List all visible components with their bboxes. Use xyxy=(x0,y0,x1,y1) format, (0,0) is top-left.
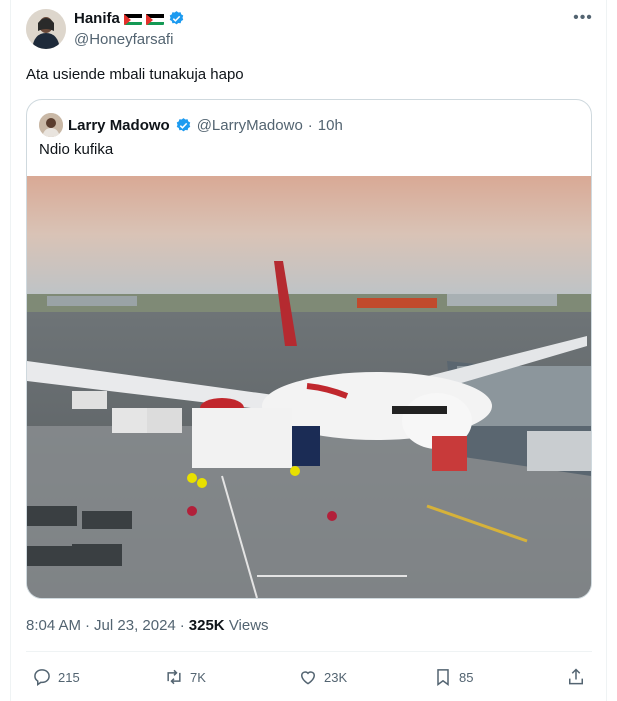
views-label: Views xyxy=(228,617,269,634)
retweet-button[interactable]: 7K xyxy=(164,662,206,692)
like-count: 23K xyxy=(324,669,348,685)
author-name[interactable]: Hanifa xyxy=(74,10,120,27)
bookmark-button[interactable]: 85 xyxy=(433,662,473,692)
share-icon xyxy=(569,668,583,685)
retweet-count: 7K xyxy=(190,669,206,685)
reply-button[interactable]: 215 xyxy=(32,662,80,692)
views-count: 325K xyxy=(188,617,225,634)
divider xyxy=(26,651,592,652)
palestine-flag-icon xyxy=(123,13,142,25)
retweet-icon xyxy=(167,669,181,685)
heart-icon xyxy=(300,671,316,685)
tweet-time[interactable]: 8:04 AM xyxy=(26,617,81,634)
airport-photo[interactable] xyxy=(27,176,591,598)
quote-time[interactable]: 10h xyxy=(318,117,343,134)
verified-badge-icon xyxy=(169,11,184,25)
quote-author-name[interactable]: Larry Madowo xyxy=(68,117,170,134)
reply-icon xyxy=(34,669,50,686)
share-button[interactable] xyxy=(566,662,586,692)
quote-header: Larry Madowo @LarryMadowo · 10h xyxy=(39,113,343,137)
separator-dot: · xyxy=(179,617,185,634)
tweet-date[interactable]: Jul 23, 2024 xyxy=(94,617,176,634)
quote-author-handle[interactable]: @LarryMadowo xyxy=(197,117,303,134)
like-button[interactable]: 23K xyxy=(298,662,347,692)
quoted-tweet[interactable]: Larry Madowo @LarryMadowo · 10h Ndio kuf… xyxy=(26,99,592,599)
tweet-meta: 8:04 AM · Jul 23, 2024 · 325K Views xyxy=(26,617,269,634)
separator-dot: · xyxy=(307,116,313,134)
verified-badge-icon xyxy=(176,117,190,131)
separator-dot: · xyxy=(85,617,91,634)
quote-author-avatar[interactable] xyxy=(39,113,63,137)
author-handle[interactable]: @Honeyfarsafi xyxy=(74,31,173,48)
author-name-row: Hanifa xyxy=(74,10,185,27)
author-avatar[interactable] xyxy=(26,9,66,49)
bookmark-count: 85 xyxy=(459,669,474,685)
ellipsis-icon[interactable]: ••• xyxy=(572,8,594,30)
bookmark-icon xyxy=(437,669,449,686)
tweet-text: Ata usiende mbali tunakuja hapo xyxy=(26,66,244,83)
action-bar: 215 7K 23K 85 xyxy=(26,662,592,692)
reply-count: 215 xyxy=(58,669,80,685)
quote-text: Ndio kufika xyxy=(39,141,114,158)
palestine-flag-icon xyxy=(145,13,164,25)
